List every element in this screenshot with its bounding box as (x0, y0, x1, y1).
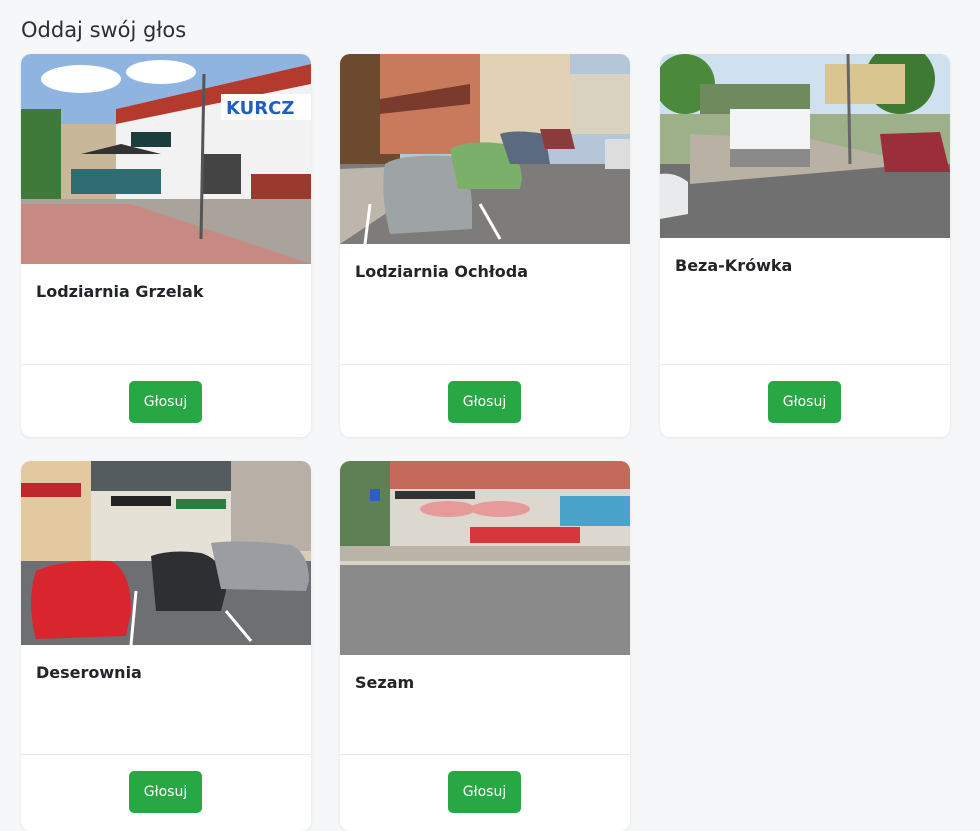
shop-name: Sezam (355, 673, 415, 692)
card-footer: Głosuj (340, 364, 630, 437)
card-footer: Głosuj (660, 364, 950, 437)
card-footer: Głosuj (21, 364, 311, 437)
shop-name: Beza-Krówka (675, 256, 793, 275)
card-footer: Głosuj (21, 754, 311, 827)
vote-button[interactable]: Głosuj (129, 381, 202, 423)
shop-photo (340, 461, 630, 655)
vote-button[interactable]: Głosuj (129, 771, 202, 813)
shop-name: Lodziarnia Ochłoda (355, 262, 529, 281)
card-footer: Głosuj (340, 754, 630, 827)
shop-card-sezam: Sezam Głosuj (340, 461, 630, 831)
shop-photo (340, 54, 630, 244)
vote-button[interactable]: Głosuj (768, 381, 841, 423)
shop-card-beza-krowka: Beza-Krówka Głosuj (660, 54, 950, 437)
shop-photo: KURCZ (21, 54, 311, 264)
shop-photo (660, 54, 950, 238)
vote-button[interactable]: Głosuj (448, 771, 521, 813)
shop-name: Deserownia (36, 663, 142, 682)
shop-card-deserownia: Deserownia Głosuj (21, 461, 311, 831)
svg-text:KURCZ: KURCZ (226, 98, 294, 119)
shop-card-lodziarnia-grzelak: KURCZ Lodziarnia Grzelak Głosuj (21, 54, 311, 437)
shop-name: Lodziarnia Grzelak (36, 282, 204, 301)
page-title: Oddaj swój głos (21, 18, 187, 42)
shop-card-lodziarnia-ochloda: Lodziarnia Ochłoda Głosuj (340, 54, 630, 437)
shop-photo (21, 461, 311, 645)
vote-button[interactable]: Głosuj (448, 381, 521, 423)
